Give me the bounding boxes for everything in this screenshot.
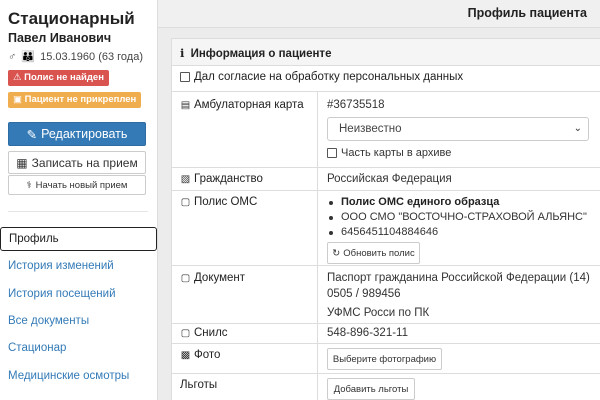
- document-line-1: Паспорт гражданина Российской Федерации …: [327, 272, 590, 284]
- document-line-2: 0505 / 989456: [327, 288, 401, 300]
- consent-label: Дал согласие на обработку персональных д…: [194, 71, 464, 83]
- card-icon: ▤: [180, 99, 191, 111]
- consent-checkbox[interactable]: [180, 72, 190, 82]
- map-icon: ▧: [180, 173, 191, 185]
- patient-dob: ♂ 👪 15.03.1960 (63 года): [8, 50, 143, 63]
- row-divider: [172, 323, 600, 324]
- nav-item-label: Все документы: [8, 315, 90, 327]
- snils-label: ▢ Снилс: [180, 327, 228, 339]
- refresh-policy-button[interactable]: ↻ Обновить полис: [327, 242, 420, 264]
- pencil-icon: ✎: [26, 127, 38, 142]
- nav-item-change-history[interactable]: История изменений: [0, 255, 157, 279]
- choose-photo-label: Выберите фотографию: [332, 353, 437, 365]
- panel-title: i Информация о пациенте: [180, 46, 331, 60]
- info-icon: i: [180, 46, 185, 60]
- patient-last-name: Стационарный: [8, 9, 135, 28]
- choose-photo-button[interactable]: Выберите фотографию: [327, 348, 442, 370]
- new-visit-button[interactable]: ⚕ Начать новый прием: [8, 175, 146, 195]
- calendar-icon: ▦: [16, 155, 28, 170]
- row-divider: [172, 190, 600, 191]
- outpatient-card-label-text: Амбулаторная карта: [194, 99, 304, 111]
- sidebar-divider: [8, 211, 148, 212]
- nav-item-profile[interactable]: Профиль: [0, 227, 157, 251]
- document-label: ▢ Документ: [180, 272, 245, 284]
- patient-not-attached-label: Пациент не прикреплен: [24, 94, 137, 105]
- nav-item-label: История посещений: [8, 288, 116, 300]
- main-content: Профиль пациента i Информация о пациенте…: [157, 0, 600, 400]
- nav-item-label: Стационар: [8, 342, 67, 354]
- oms-list-item: Полис ОМС единого образца: [327, 195, 587, 210]
- page-title: Профиль пациента: [467, 6, 587, 20]
- refresh-icon: ↻: [332, 247, 341, 259]
- outpatient-card-number: #36735518: [327, 99, 385, 111]
- patient-first-names: Павел Иванович: [8, 31, 112, 45]
- row-divider: [172, 343, 600, 344]
- document-line-3: УФМС Росси по ПК: [327, 307, 430, 319]
- citizenship-label-text: Гражданство: [194, 173, 263, 185]
- snils-label-text: Снилс: [194, 327, 228, 339]
- nav-item-visit-history[interactable]: История посещений: [0, 283, 157, 307]
- male-icon: ♂: [8, 51, 17, 63]
- file-icon: ▢: [180, 272, 191, 284]
- policy-not-found-label: Полис не найден: [24, 72, 104, 83]
- document-label-text: Документ: [194, 272, 246, 284]
- edit-button-label: Редактировать: [41, 127, 128, 141]
- benefits-label-text: Льготы: [180, 379, 218, 391]
- archive-label: Часть карты в архиве: [341, 147, 452, 159]
- consent-checkbox-row[interactable]: Дал согласие на обработку персональных д…: [180, 71, 463, 83]
- image-icon: ▩: [180, 349, 191, 361]
- main-header: Профиль пациента: [158, 0, 600, 28]
- patient-dob-text: 15.03.1960 (63 года): [40, 51, 143, 63]
- new-visit-button-label: Начать новый прием: [35, 179, 128, 191]
- nav-item-label: Медицинские осмотры: [8, 370, 130, 382]
- policy-not-found-badge: ⚠ Полис не найден: [8, 70, 109, 86]
- add-benefits-button[interactable]: Добавить льготы: [327, 378, 415, 400]
- oms-list-item: 6456451104884646: [327, 225, 587, 240]
- file-icon: ▢: [180, 196, 191, 208]
- citizenship-value: Российская Федерация: [327, 173, 452, 185]
- appoint-button-label: Записать на прием: [31, 155, 138, 170]
- archive-checkbox[interactable]: [327, 148, 337, 158]
- row-divider: [172, 373, 600, 374]
- stethoscope-icon: ⚕: [26, 179, 32, 191]
- nav-item-label: Профиль: [9, 233, 59, 245]
- appoint-button[interactable]: ▦ Записать на прием: [8, 151, 146, 174]
- oms-list: Полис ОМС единого образца ООО СМО "ВОСТО…: [327, 195, 587, 240]
- citizenship-label: ▧ Гражданство: [180, 173, 263, 185]
- oms-list-item: ООО СМО "ВОСТОЧНО-СТРАХОВОЙ АЛЬЯНС": [327, 210, 587, 225]
- patient-info-panel: i Информация о пациенте Дал согласие на …: [171, 38, 600, 400]
- file-icon: ▢: [180, 327, 191, 339]
- row-divider: [172, 91, 600, 92]
- row-divider: [172, 167, 600, 168]
- edit-button[interactable]: ✎ Редактировать: [8, 122, 146, 146]
- patient-not-attached-badge: ▣ Пациент не прикреплен: [8, 92, 142, 108]
- nav-item-medical-exams[interactable]: Медицинские осмотры: [0, 365, 157, 389]
- archive-checkbox-row[interactable]: Часть карты в архиве: [327, 147, 451, 159]
- column-divider: [317, 91, 318, 400]
- card-status-select-value: Неизвестно: [339, 123, 402, 135]
- card-status-select[interactable]: Неизвестно ⌄: [327, 117, 589, 141]
- snils-value: 548-896-321-11: [327, 327, 408, 339]
- panel-title-text: Информация о пациенте: [190, 48, 332, 60]
- oms-label-text: Полис ОМС: [194, 196, 258, 208]
- outpatient-card-label: ▤ Амбулаторная карта: [180, 99, 304, 111]
- chevron-down-icon: ⌄: [573, 123, 582, 134]
- nav-item-all-documents[interactable]: Все документы: [0, 310, 157, 334]
- panel-heading: i Информация о пациенте: [172, 39, 600, 66]
- photo-label: ▩ Фото: [180, 349, 221, 361]
- family-icon: 👪: [21, 51, 36, 63]
- nav-item-label: История изменений: [8, 260, 114, 272]
- photo-label-text: Фото: [194, 349, 221, 361]
- add-benefits-label: Добавить льготы: [333, 383, 409, 395]
- benefits-label: Льготы: [180, 379, 217, 391]
- row-divider: [172, 265, 600, 266]
- oms-label: ▢ Полис ОМС: [180, 196, 258, 208]
- warning-icon: ⚠: [13, 72, 22, 83]
- nav-item-hospital[interactable]: Стационар: [0, 337, 157, 361]
- refresh-policy-label: Обновить полис: [343, 247, 415, 259]
- patient-sidebar: Стационарный Павел Иванович ♂ 👪 15.03.19…: [0, 0, 157, 400]
- clipboard-icon: ▣: [13, 94, 22, 105]
